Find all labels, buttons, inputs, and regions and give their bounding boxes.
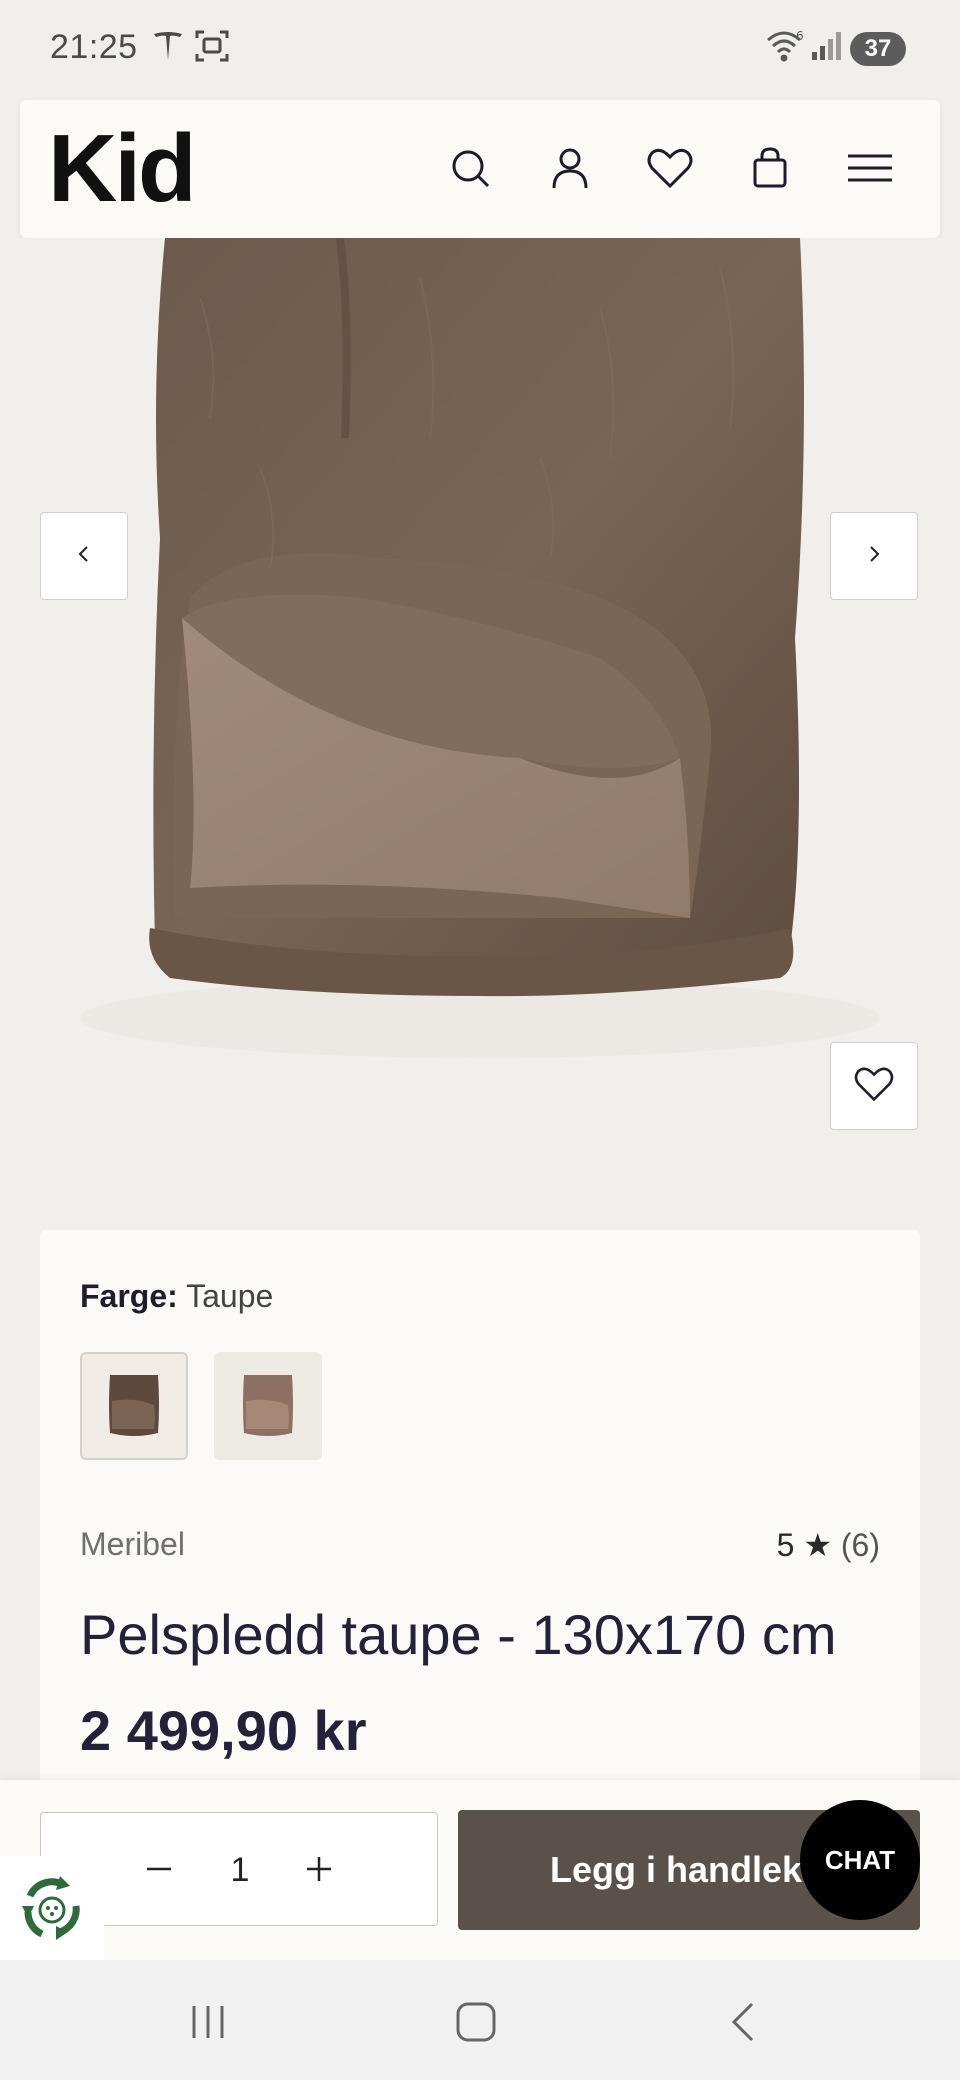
chat-button[interactable]: CHAT <box>800 1800 920 1920</box>
add-to-wishlist-button[interactable] <box>830 1042 918 1130</box>
color-swatch-alt[interactable] <box>214 1352 322 1460</box>
heart-icon <box>850 1060 898 1113</box>
site-header: Kid <box>20 100 940 238</box>
next-image-button[interactable] <box>830 512 918 600</box>
back-icon[interactable] <box>722 1998 770 2046</box>
heart-icon[interactable] <box>642 140 698 196</box>
product-info-card: Farge: Taupe Meribel 5 ★ (6) Pelspledd t… <box>40 1230 920 1790</box>
product-gallery[interactable] <box>0 238 960 1188</box>
screenshot-icon <box>194 28 230 69</box>
signal-icon <box>810 28 844 69</box>
bag-icon[interactable] <box>742 140 798 196</box>
rating-value: 5 <box>776 1527 795 1563</box>
increase-quantity-button[interactable] <box>299 1849 339 1889</box>
rating-count: (6) <box>840 1527 880 1563</box>
menu-icon[interactable] <box>842 140 898 196</box>
svg-text:6: 6 <box>796 29 804 43</box>
chevron-left-icon <box>70 540 98 573</box>
wifi-icon: 6 <box>764 28 808 69</box>
product-image <box>0 238 960 1188</box>
tesla-icon <box>150 28 186 69</box>
star-icon: ★ <box>803 1527 832 1563</box>
color-swatch-taupe[interactable] <box>80 1352 188 1460</box>
recycle-icon <box>22 1876 80 1940</box>
chevron-right-icon <box>860 540 888 573</box>
product-price: 2 499,90 kr <box>80 1699 367 1762</box>
previous-image-button[interactable] <box>40 512 128 600</box>
status-time: 21:25 <box>50 28 138 66</box>
product-title: Pelspledd taupe - 130x170 cm <box>80 1603 837 1666</box>
search-icon[interactable] <box>442 140 498 196</box>
eco-badge[interactable] <box>0 1856 104 1960</box>
color-label: Farge: <box>80 1278 178 1314</box>
product-brand[interactable]: Meribel <box>80 1526 185 1563</box>
product-rating[interactable]: 5 ★ (6) <box>777 1526 880 1564</box>
home-icon[interactable] <box>452 1998 500 2046</box>
logo[interactable]: Kid <box>48 114 197 224</box>
color-value: Taupe <box>186 1278 274 1314</box>
screen: 21:25 6 37 Kid Farge: Taupe Meribel 5 ★ … <box>0 0 960 2080</box>
system-navigation-bar <box>0 1960 960 2080</box>
battery-indicator: 37 <box>850 32 906 66</box>
recent-apps-icon[interactable] <box>184 1998 232 2046</box>
user-icon[interactable] <box>542 140 598 196</box>
color-selector-label: Farge: Taupe <box>80 1278 273 1315</box>
status-bar: 21:25 6 37 <box>0 0 960 96</box>
